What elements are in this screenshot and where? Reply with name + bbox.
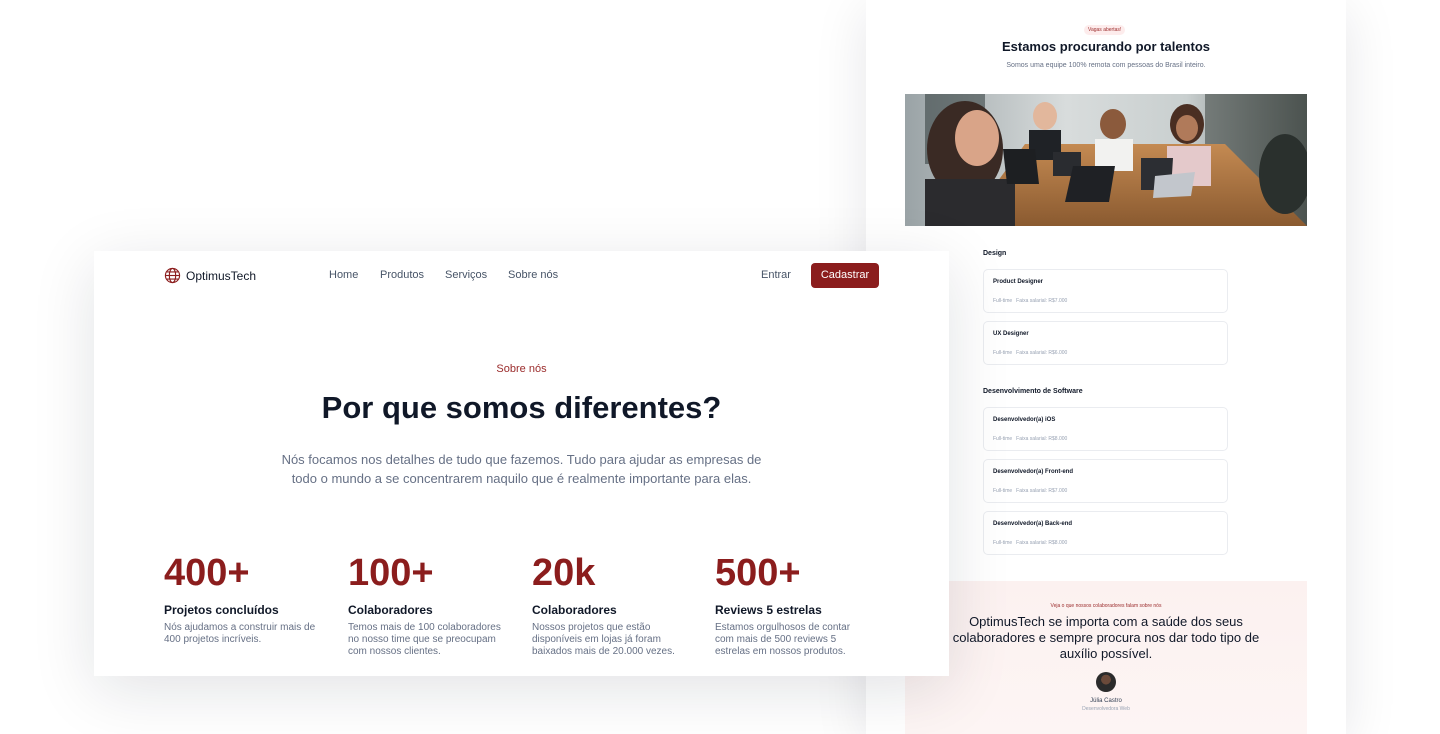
stat-label: Projetos concluídos (164, 603, 279, 617)
page-description: Nós focamos nos detalhes de tudo que faz… (254, 450, 789, 488)
description-line: todo o mundo a se concentrarem naquilo q… (291, 471, 752, 486)
section-heading-software: Desenvolvimento de Software (983, 388, 1083, 395)
avatar (1096, 672, 1116, 692)
job-title: Desenvolvedor(a) Front-end (993, 469, 1074, 475)
job-card-frontend-developer[interactable]: Desenvolvedor(a) Front-end Full-time Faix… (983, 459, 1228, 503)
login-link[interactable]: Entrar (761, 269, 791, 281)
job-salary: Faixa salarial: R$7.000 (1016, 488, 1068, 494)
stat-label: Colaboradores (532, 603, 617, 617)
stat-value: 20k (532, 552, 596, 594)
nav-link-servicos[interactable]: Serviços (445, 269, 508, 281)
testimonial-section: Veja o que nossos colaboradores falam so… (905, 581, 1307, 734)
job-meta: Full-time Faixa salarial: R$7.000 (993, 488, 1071, 494)
job-meta: Full-time Faixa salarial: R$7.000 (993, 298, 1071, 304)
job-title: Desenvolvedor(a) Back-end (993, 521, 1073, 527)
job-salary: Faixa salarial: R$8.000 (1016, 540, 1068, 546)
job-type: Full-time (993, 540, 1013, 546)
stat-description-line: baixados mais de 20.000 vezes. (532, 646, 675, 657)
stat-description: Estamos orgulhosos de contar com mais de… (715, 622, 885, 658)
stat-description-line: estrelas em nossos produtos. (715, 646, 846, 657)
stat-description: Nossos projetos que estão disponíveis em… (532, 622, 702, 658)
nav-link-sobre-nos[interactable]: Sobre nós (508, 269, 558, 281)
section-heading-design: Design (983, 250, 1007, 257)
stat-description-line: Temos mais de 100 colaboradores (348, 622, 501, 633)
testimonial-kicker: Veja o que nossos colaboradores falam so… (1050, 603, 1162, 609)
stat-description-line: com nossos clientes. (348, 646, 441, 657)
job-type: Full-time (993, 298, 1013, 304)
job-card-backend-developer[interactable]: Desenvolvedor(a) Back-end Full-time Faixa… (983, 511, 1228, 555)
stat-description-line: 400 projetos incríveis. (164, 634, 262, 645)
job-title: Product Designer (993, 279, 1044, 285)
job-card-ios-developer[interactable]: Desenvolvedor(a) iOS Full-time Faixa sala… (983, 407, 1228, 451)
team-photo (905, 94, 1307, 226)
job-salary: Faixa salarial: R$6.000 (1016, 350, 1068, 356)
stat-value: 400+ (164, 552, 250, 594)
testimonial-quote: OptimusTech se importa com a saúde dos s… (945, 614, 1267, 662)
stat-label: Colaboradores (348, 603, 433, 617)
job-meta: Full-time Faixa salarial: R$6.000 (993, 350, 1071, 356)
job-meta: Full-time Faixa salarial: R$8.000 (993, 540, 1071, 546)
nav-link-home[interactable]: Home (329, 269, 380, 281)
job-card-ux-designer[interactable]: UX Designer Full-time Faixa salarial: R$6… (983, 321, 1228, 365)
description-line: Nós focamos nos detalhes de tudo que faz… (281, 452, 762, 467)
job-type: Full-time (993, 436, 1013, 442)
stat-description-line: Estamos orgulhosos de contar (715, 622, 851, 633)
stat-reviews: 500+ Reviews 5 estrelas Estamos orgulhos… (715, 551, 885, 658)
page-heading: Por que somos diferentes? (321, 390, 722, 425)
job-meta: Full-time Faixa salarial: R$8.000 (993, 436, 1071, 442)
testimonial-author-role: Desenvolvedora Web (1082, 706, 1130, 712)
careers-subtitle: Somos uma equipe 100% remota com pessoas… (1006, 62, 1206, 69)
brand-name: OptimusTech (186, 268, 257, 283)
about-page-card: OptimusTech Home Produtos Serviços Sobre… (94, 251, 949, 676)
quote-line: auxílio possível. (1059, 646, 1153, 661)
stat-label: Reviews 5 estrelas (715, 603, 822, 617)
job-title: Desenvolvedor(a) iOS (993, 417, 1056, 423)
stat-value: 500+ (715, 552, 801, 594)
stat-description: Nós ajudamos a construir mais de 400 pro… (164, 622, 334, 646)
stat-projects: 400+ Projetos concluídos Nós ajudamos a … (164, 551, 334, 646)
quote-line: colaboradores e sempre procura nos dar t… (952, 630, 1260, 645)
job-card-product-designer[interactable]: Product Designer Full-time Faixa salarial… (983, 269, 1228, 313)
job-type: Full-time (993, 488, 1013, 494)
globe-icon (164, 267, 181, 284)
job-salary: Faixa salarial: R$7.000 (1016, 298, 1068, 304)
stat-description-line: no nosso time que se preocupam (348, 634, 496, 645)
signup-button[interactable]: Cadastrar (811, 263, 879, 288)
stat-description-line: Nós ajudamos a construir mais de (164, 622, 316, 633)
quote-line: OptimusTech se importa com a saúde dos s… (969, 614, 1243, 629)
stat-value: 100+ (348, 552, 434, 594)
section-kicker: Sobre nós (496, 363, 547, 375)
job-salary: Faixa salarial: R$8.000 (1016, 436, 1068, 442)
stat-description-line: Nossos projetos que estão (532, 622, 651, 633)
open-positions-badge: Vagas abertas! (1084, 25, 1126, 35)
nav-link-produtos[interactable]: Produtos (380, 269, 445, 281)
stat-description: Temos mais de 100 colaboradores no nosso… (348, 622, 518, 658)
stat-description-line: com mais de 500 reviews 5 (715, 634, 837, 645)
main-nav: Home Produtos Serviços Sobre nós (329, 269, 558, 281)
job-type: Full-time (993, 350, 1013, 356)
testimonial-author-name: Júlia Castro (1090, 698, 1122, 704)
brand-logo[interactable]: OptimusTech (164, 267, 256, 284)
job-title: UX Designer (993, 331, 1029, 337)
careers-title: Estamos procurando por talentos (1001, 39, 1211, 54)
stat-description-line: disponíveis em lojas já foram (532, 634, 661, 645)
stat-downloads: 20k Colaboradores Nossos projetos que es… (532, 551, 702, 658)
stat-collaborators: 100+ Colaboradores Temos mais de 100 col… (348, 551, 518, 658)
